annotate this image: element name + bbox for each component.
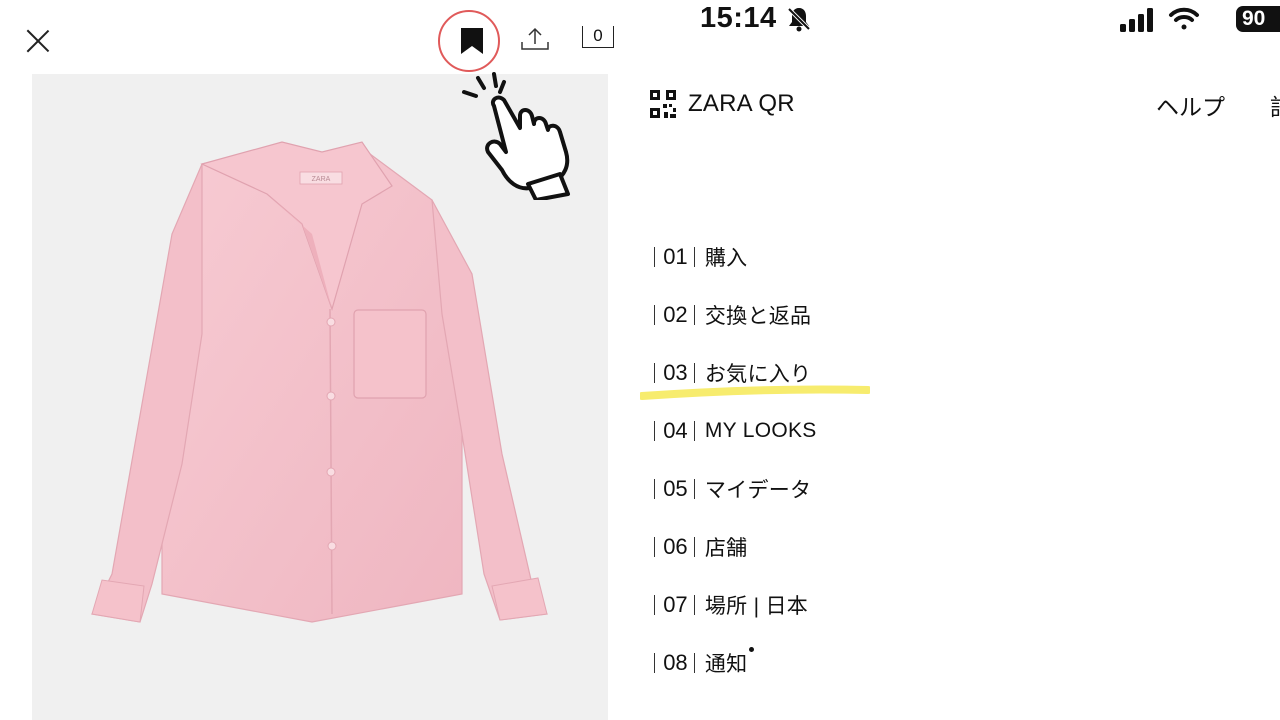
notification-dot [749, 646, 755, 652]
product-panel: 0 ZARA [0, 0, 640, 720]
menu-item-label: MY LOOKS [704, 419, 817, 442]
menu-item-location[interactable]: 07 場所 | 日本 [654, 588, 808, 622]
battery-indicator: 90 [1236, 6, 1280, 32]
menu-item-favorites[interactable]: 03 お気に入り [654, 356, 811, 390]
menu-item-label: 店舗 [704, 537, 748, 560]
battery-level: 90 [1242, 7, 1266, 30]
shopping-bag-button[interactable]: 0 [582, 26, 614, 48]
menu-item-label: 通知 [704, 653, 748, 676]
shirt-pocket [353, 309, 427, 399]
menu-item-number: 01 [663, 244, 688, 269]
menu-item-number: 06 [663, 534, 688, 559]
menu-item-label: 場所 | 日本 [704, 595, 809, 618]
menu-item-label: お気に入り [704, 363, 812, 386]
menu-item-notifications[interactable]: 08 通知 [654, 646, 755, 680]
bag-count: 0 [593, 26, 603, 45]
cellular-signal-icon [1120, 8, 1158, 32]
menu-item-label: マイデータ [704, 479, 812, 502]
settings-link-partial[interactable]: 記 [1270, 88, 1280, 122]
menu-item-purchases[interactable]: 01 購入 [654, 240, 747, 274]
help-link[interactable]: ヘルプ [1156, 88, 1225, 122]
menu-item-my-data[interactable]: 05 マイデータ [654, 472, 811, 506]
menu-item-number: 08 [663, 650, 688, 675]
bell-muted-icon [786, 6, 812, 32]
status-time: 15:14 [700, 2, 777, 34]
menu-item-label: 交換と返品 [704, 305, 812, 328]
menu-item-number: 03 [663, 360, 688, 385]
wifi-icon [1168, 6, 1200, 32]
close-icon[interactable] [22, 24, 54, 56]
menu-panel: 15:14 90 ZARA QR ヘルプ 01 購入 02 交換と返品 03 お… [640, 0, 1280, 720]
qr-code-icon [650, 90, 676, 118]
zara-qr-button[interactable]: ZARA QR [650, 88, 795, 120]
zara-qr-label: ZARA QR [688, 90, 795, 117]
menu-item-stores[interactable]: 06 店舗 [654, 530, 747, 564]
menu-item-number: 05 [663, 476, 688, 501]
menu-item-number: 04 [663, 418, 688, 443]
menu-item-label: 購入 [704, 247, 748, 270]
menu-item-number: 07 [663, 592, 688, 617]
shirt-tag: ZARA [312, 176, 331, 183]
menu-item-number: 02 [663, 302, 688, 327]
bookmark-icon[interactable] [460, 28, 484, 54]
menu-item-my-looks[interactable]: 04 MY LOOKS [654, 414, 817, 448]
tap-hand-icon [458, 72, 583, 202]
share-icon[interactable] [520, 26, 550, 52]
menu-item-returns[interactable]: 02 交換と返品 [654, 298, 811, 332]
